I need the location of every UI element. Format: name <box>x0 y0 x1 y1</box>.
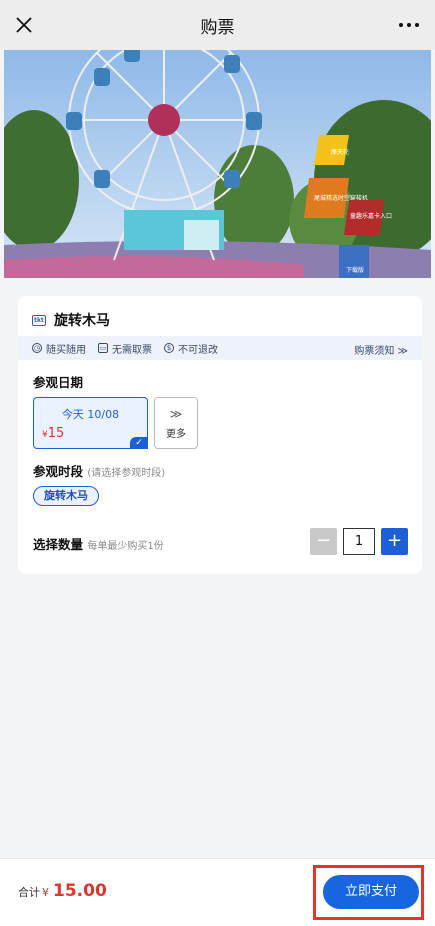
double-chevron-right-icon: ≫ <box>169 406 183 421</box>
ticket-icon: tkt <box>32 314 46 326</box>
increment-button[interactable]: + <box>381 528 408 555</box>
nav-bar: 购票 <box>0 0 435 50</box>
clock-icon: ◷ <box>32 343 42 353</box>
no-refund-icon: $ <box>164 343 174 353</box>
order-total: 合计 ¥ 15.00 <box>18 881 107 901</box>
total-amount: 15.00 <box>53 881 107 901</box>
quantity-hint: 每单最少购买1份 <box>87 541 164 552</box>
decrement-button[interactable]: − <box>310 528 337 555</box>
date-option-today[interactable]: 今天 10/08 ¥15 ✓ <box>33 397 148 449</box>
sign-text-4: 下载版 <box>346 266 364 274</box>
policy-label: 随买随用 <box>46 344 86 356</box>
checkout-bar: 合计 ¥ 15.00 立即支付 <box>0 858 435 926</box>
total-currency: ¥ <box>42 886 49 899</box>
pay-now-button[interactable]: 立即支付 <box>323 875 419 909</box>
slot-chip[interactable]: 旋转木马 <box>33 486 99 506</box>
ticket-outline-icon: ▭ <box>98 343 108 353</box>
policy-label: 不可退改 <box>178 344 218 356</box>
page-title: 购票 <box>200 17 235 38</box>
policy-no-pickup: ▭ 无需取票 <box>98 341 152 356</box>
visit-date-title: 参观日期 <box>33 375 84 390</box>
date-label: 今天 10/08 <box>61 408 120 421</box>
policy-label: 无需取票 <box>112 344 152 356</box>
more-dates-button[interactable]: ≫ 更多 <box>154 397 198 449</box>
more-options-icon[interactable] <box>399 16 419 34</box>
policy-bar: ◷ 随买随用 ▭ 无需取票 $ 不可退改 购票须知 ≫ <box>18 336 422 360</box>
total-label: 合计 <box>18 886 40 899</box>
purchase-notice-link[interactable]: 购票须知 ≫ <box>354 342 408 357</box>
ticket-header: tkt 旋转木马 <box>32 310 110 330</box>
policy-no-refund: $ 不可退改 <box>164 341 218 356</box>
close-icon[interactable] <box>12 13 36 37</box>
visit-slot-title: 参观时段 (请选择参观时段) <box>33 464 166 479</box>
ticket-card: tkt 旋转木马 ◷ 随买随用 ▭ 无需取票 $ 不可退改 购票须知 ≫ 参观日… <box>18 296 422 574</box>
quantity-title: 选择数量 每单最少购买1份 <box>33 537 164 552</box>
ticket-name: 旋转木马 <box>54 313 110 329</box>
quantity-stepper: − 1 + <box>310 528 408 555</box>
date-price: ¥15 <box>42 426 65 441</box>
sign-text-3: 童趣乐嘉卡入口 <box>350 212 392 220</box>
policy-buy-anytime: ◷ 随买随用 <box>32 341 86 356</box>
banner-image: 摩天轮 尾城精选时空穿梭机 童趣乐嘉卡入口 下载版 <box>4 50 431 278</box>
quantity-input[interactable]: 1 <box>343 528 375 555</box>
visit-slot-hint: (请选择参观时段) <box>87 468 166 479</box>
sign-text-1: 摩天轮 <box>331 148 349 156</box>
more-label: 更多 <box>166 428 186 440</box>
check-icon: ✓ <box>130 437 148 449</box>
